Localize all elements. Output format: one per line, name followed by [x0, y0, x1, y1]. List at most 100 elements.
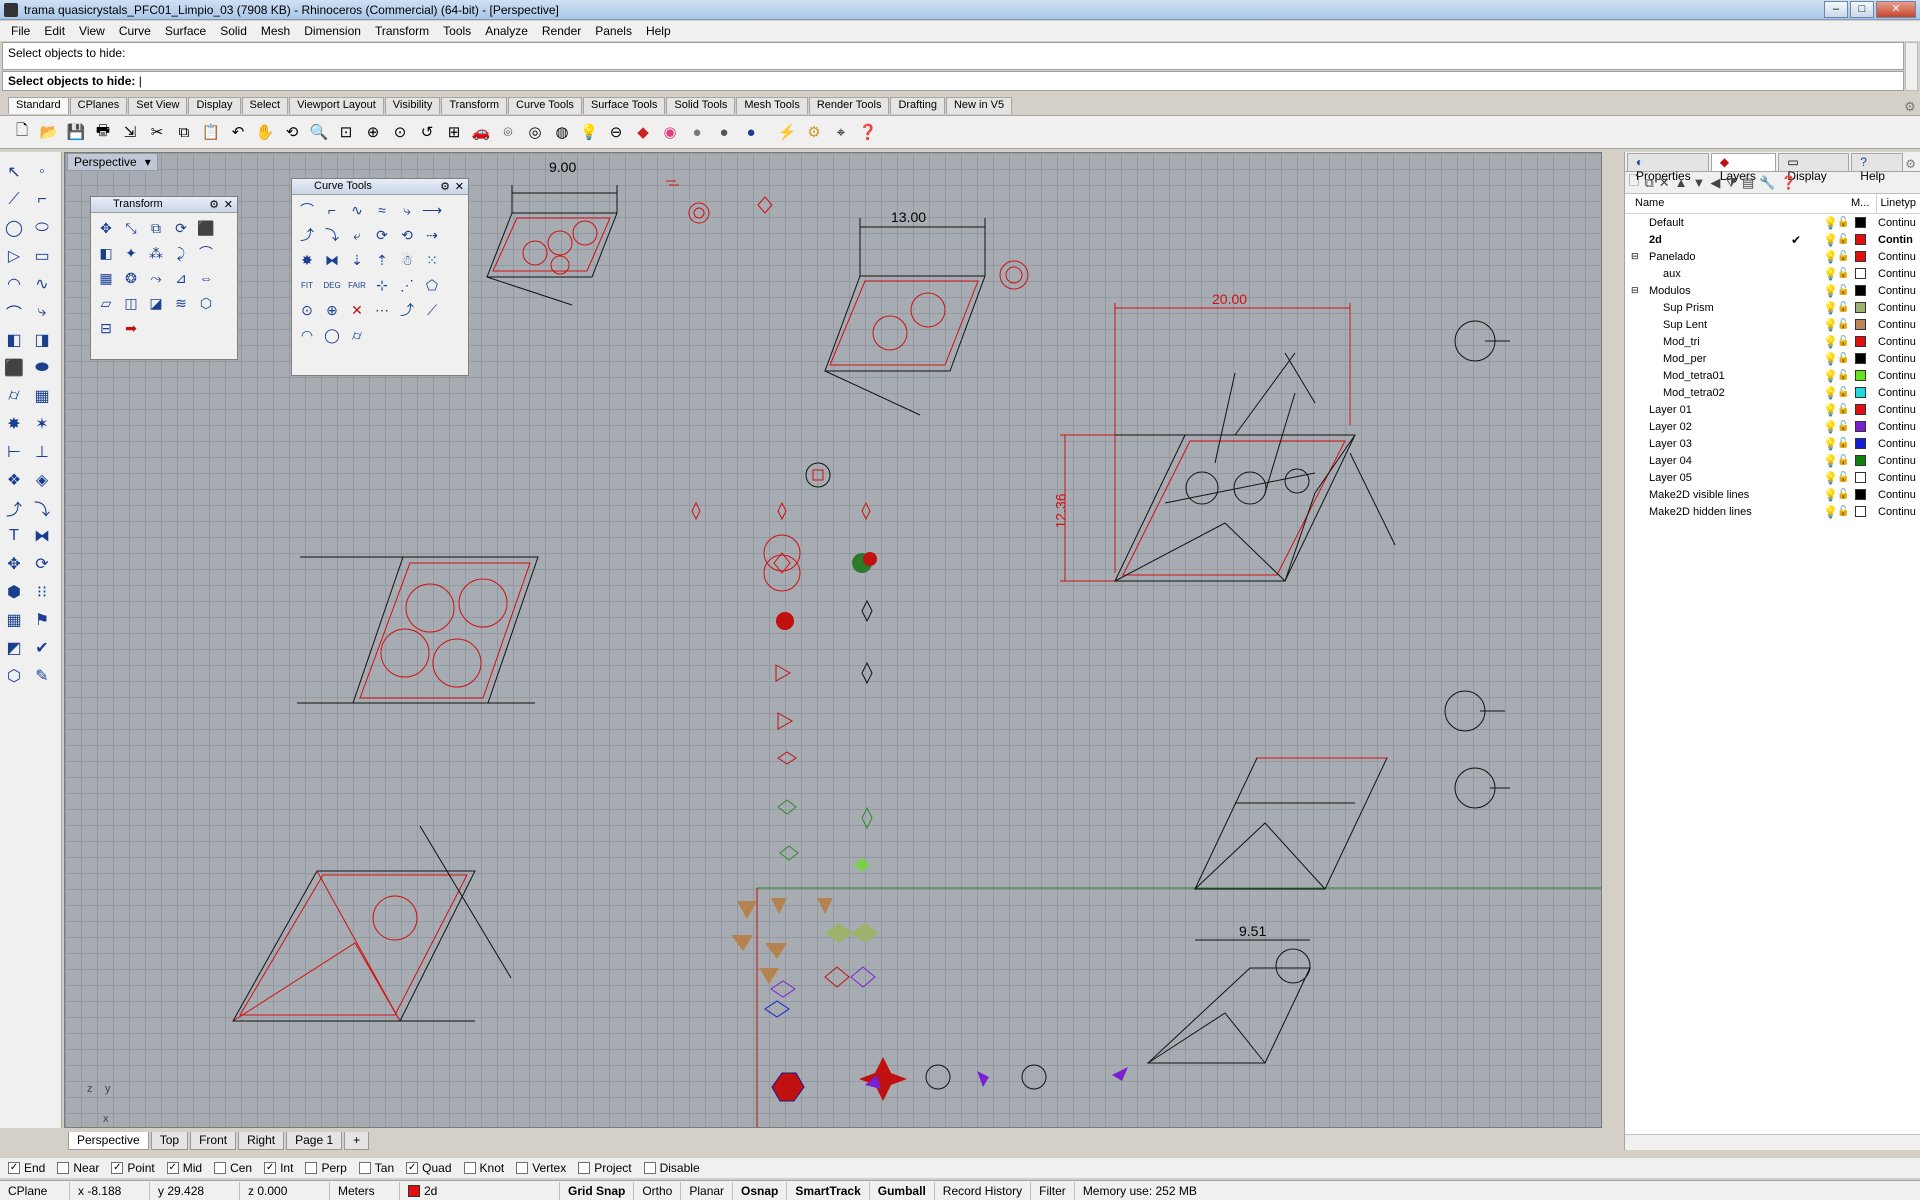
layer-color-swatch[interactable]	[1855, 285, 1866, 296]
boolean-union-icon[interactable]: ⬬	[30, 356, 54, 380]
osnap-checkbox[interactable]	[57, 1162, 70, 1174]
tab-display-panel[interactable]: ▭ Display	[1778, 153, 1850, 183]
lock-objects-icon[interactable]: ⊖	[604, 120, 628, 144]
layer-color-swatch[interactable]	[1855, 421, 1866, 432]
cylinder-icon[interactable]: ⌭	[2, 384, 26, 408]
osnap-disable[interactable]: Disable	[643, 1161, 700, 1175]
light-bulb-icon[interactable]: 💡	[577, 120, 601, 144]
move-layer-up-icon[interactable]: ▲	[1675, 175, 1688, 190]
osnap-knot[interactable]: Knot	[463, 1161, 504, 1175]
cplane-icon[interactable]: ◎	[523, 120, 547, 144]
layer-name[interactable]: Modulos	[1643, 285, 1823, 297]
array-curve-tool-icon[interactable]: ⤳	[145, 267, 167, 289]
layer-color-swatch[interactable]	[1855, 336, 1866, 347]
layer-visibility-bulb-icon[interactable]: 💡	[1823, 318, 1838, 332]
osnap-perp[interactable]: Perp	[305, 1161, 347, 1175]
layer-visibility-bulb-icon[interactable]: 💡	[1823, 369, 1838, 383]
layer-row[interactable]: Mod_per 💡 🔓 Continu	[1625, 350, 1920, 367]
layer-visibility-bulb-icon[interactable]: 💡	[1823, 437, 1838, 451]
curve-arc-icon[interactable]: ◠	[296, 324, 318, 346]
layer-lock-icon[interactable]: 🔓	[1837, 319, 1851, 330]
osnap-checkbox[interactable]: ✓	[406, 1162, 419, 1174]
layer-color-swatch[interactable]	[1855, 217, 1866, 228]
tab-perspective[interactable]: Perspective	[68, 1132, 149, 1150]
delete-layer-icon[interactable]: ✕	[1659, 175, 1670, 191]
layer-color-swatch[interactable]	[1855, 370, 1866, 381]
layer-lock-icon[interactable]: 🔓	[1837, 251, 1851, 262]
menu-render[interactable]: Render	[535, 24, 588, 38]
osnap-int[interactable]: ✓ Int	[264, 1161, 293, 1175]
layer-lock-icon[interactable]: 🔓	[1837, 353, 1851, 364]
current-layer[interactable]: 2d	[400, 1181, 560, 1200]
layer-color-swatch[interactable]	[1855, 234, 1866, 245]
column-material[interactable]: M...	[1851, 194, 1876, 213]
close-button[interactable]: ✕	[1876, 1, 1916, 18]
tab-visibility[interactable]: Visibility	[384, 97, 441, 114]
menu-file[interactable]: File	[4, 24, 37, 38]
layer-color-swatch[interactable]	[1855, 353, 1866, 364]
render-tools-icon[interactable]: ◩	[2, 636, 26, 660]
rotate-icon[interactable]: ⟳	[30, 552, 54, 576]
layers-horizontal-scrollbar[interactable]	[1625, 1134, 1920, 1150]
tab-mesh-tools[interactable]: Mesh Tools	[736, 97, 808, 114]
layer-visibility-bulb-icon[interactable]: 💡	[1823, 250, 1838, 264]
osnap-vertex[interactable]: Vertex	[516, 1161, 566, 1175]
layer-icon[interactable]: ◆	[631, 120, 655, 144]
tab-curve-tools[interactable]: Curve Tools	[508, 97, 582, 114]
osnap-point[interactable]: ✓ Point	[111, 1161, 155, 1175]
layer-row[interactable]: ⊟ Modulos 💡 🔓 Continu	[1625, 282, 1920, 299]
analyze-icon[interactable]: ⚑	[30, 608, 54, 632]
toggle-filter[interactable]: Filter	[1031, 1181, 1075, 1200]
point-icon[interactable]: ◦	[30, 160, 54, 184]
tab-solid-tools[interactable]: Solid Tools	[666, 97, 736, 114]
layer-expander-icon[interactable]: ⊟	[1631, 251, 1643, 262]
layer-name[interactable]: Sup Prism	[1643, 302, 1823, 314]
undo-icon[interactable]: ↶	[226, 120, 250, 144]
layer-row[interactable]: Sup Lent 💡 🔓 Continu	[1625, 316, 1920, 333]
fair-curve-icon[interactable]: FAIR	[346, 274, 368, 296]
array-icon[interactable]: ⁝⁝	[30, 580, 54, 604]
layer-row[interactable]: Layer 05 💡 🔓 Continu	[1625, 469, 1920, 486]
save-icon[interactable]: 💾	[64, 120, 88, 144]
layer-row[interactable]: Layer 04 💡 🔓 Continu	[1625, 452, 1920, 469]
cut-icon[interactable]: ✂	[145, 120, 169, 144]
layer-visibility-bulb-icon[interactable]: 💡	[1823, 471, 1838, 485]
layer-color-swatch[interactable]	[1855, 506, 1866, 517]
layer-color-swatch[interactable]	[1855, 251, 1866, 262]
new-sublayer-icon[interactable]: ⧉	[1644, 175, 1653, 191]
extend-curve-icon[interactable]: ⟶	[421, 199, 443, 221]
osnap-end[interactable]: ✓ End	[8, 1161, 45, 1175]
perspective-viewport[interactable]: Perspective ▾ 9.00 13.00 20.00 12.36 9.5…	[64, 152, 1602, 1128]
mesh-icon[interactable]: ▦	[30, 384, 54, 408]
menu-analyze[interactable]: Analyze	[478, 24, 535, 38]
toggle-gumball[interactable]: Gumball	[870, 1181, 935, 1200]
layer-lock-icon[interactable]: 🔓	[1837, 506, 1851, 517]
menu-tools[interactable]: Tools	[436, 24, 478, 38]
command-scrollbar[interactable]	[1905, 42, 1918, 91]
circle-icon[interactable]: ◯	[2, 216, 26, 240]
panel-options-gear-icon[interactable]: ⚙	[440, 180, 450, 193]
surface-icon[interactable]: ◧	[2, 328, 26, 352]
layer-linetype[interactable]: Continu	[1878, 268, 1916, 280]
layer-linetype[interactable]: Continu	[1878, 455, 1916, 467]
layer-name[interactable]: Sup Lent	[1643, 319, 1823, 331]
column-linetype[interactable]: Linetyp	[1875, 194, 1920, 213]
layer-linetype[interactable]: Continu	[1878, 421, 1916, 433]
refit-curve-icon[interactable]: ⇢	[421, 224, 443, 246]
move-layer-down-icon[interactable]: ▼	[1693, 175, 1706, 190]
layer-color-swatch[interactable]	[1855, 472, 1866, 483]
filter-icon[interactable]: ⧩	[1725, 175, 1737, 191]
osnap-checkbox[interactable]	[643, 1162, 656, 1174]
connect-curves-icon[interactable]: ⤴	[296, 224, 318, 246]
layer-color-swatch[interactable]	[1855, 387, 1866, 398]
arrow-tool-icon[interactable]: ➡	[120, 317, 142, 339]
rectangle-icon[interactable]: ▭	[30, 244, 54, 268]
move-to-parent-icon[interactable]: ◀	[1710, 175, 1720, 191]
layer-linetype[interactable]: Continu	[1878, 506, 1916, 518]
open-file-icon[interactable]: 📂	[37, 120, 61, 144]
new-file-icon[interactable]: 🗋	[10, 120, 34, 144]
text-icon[interactable]: T	[2, 524, 26, 548]
import-icon[interactable]: ⇲	[118, 120, 142, 144]
copy-tool-icon[interactable]: ⧉	[145, 217, 167, 239]
layer-visibility-bulb-icon[interactable]: 💡	[1823, 488, 1838, 502]
